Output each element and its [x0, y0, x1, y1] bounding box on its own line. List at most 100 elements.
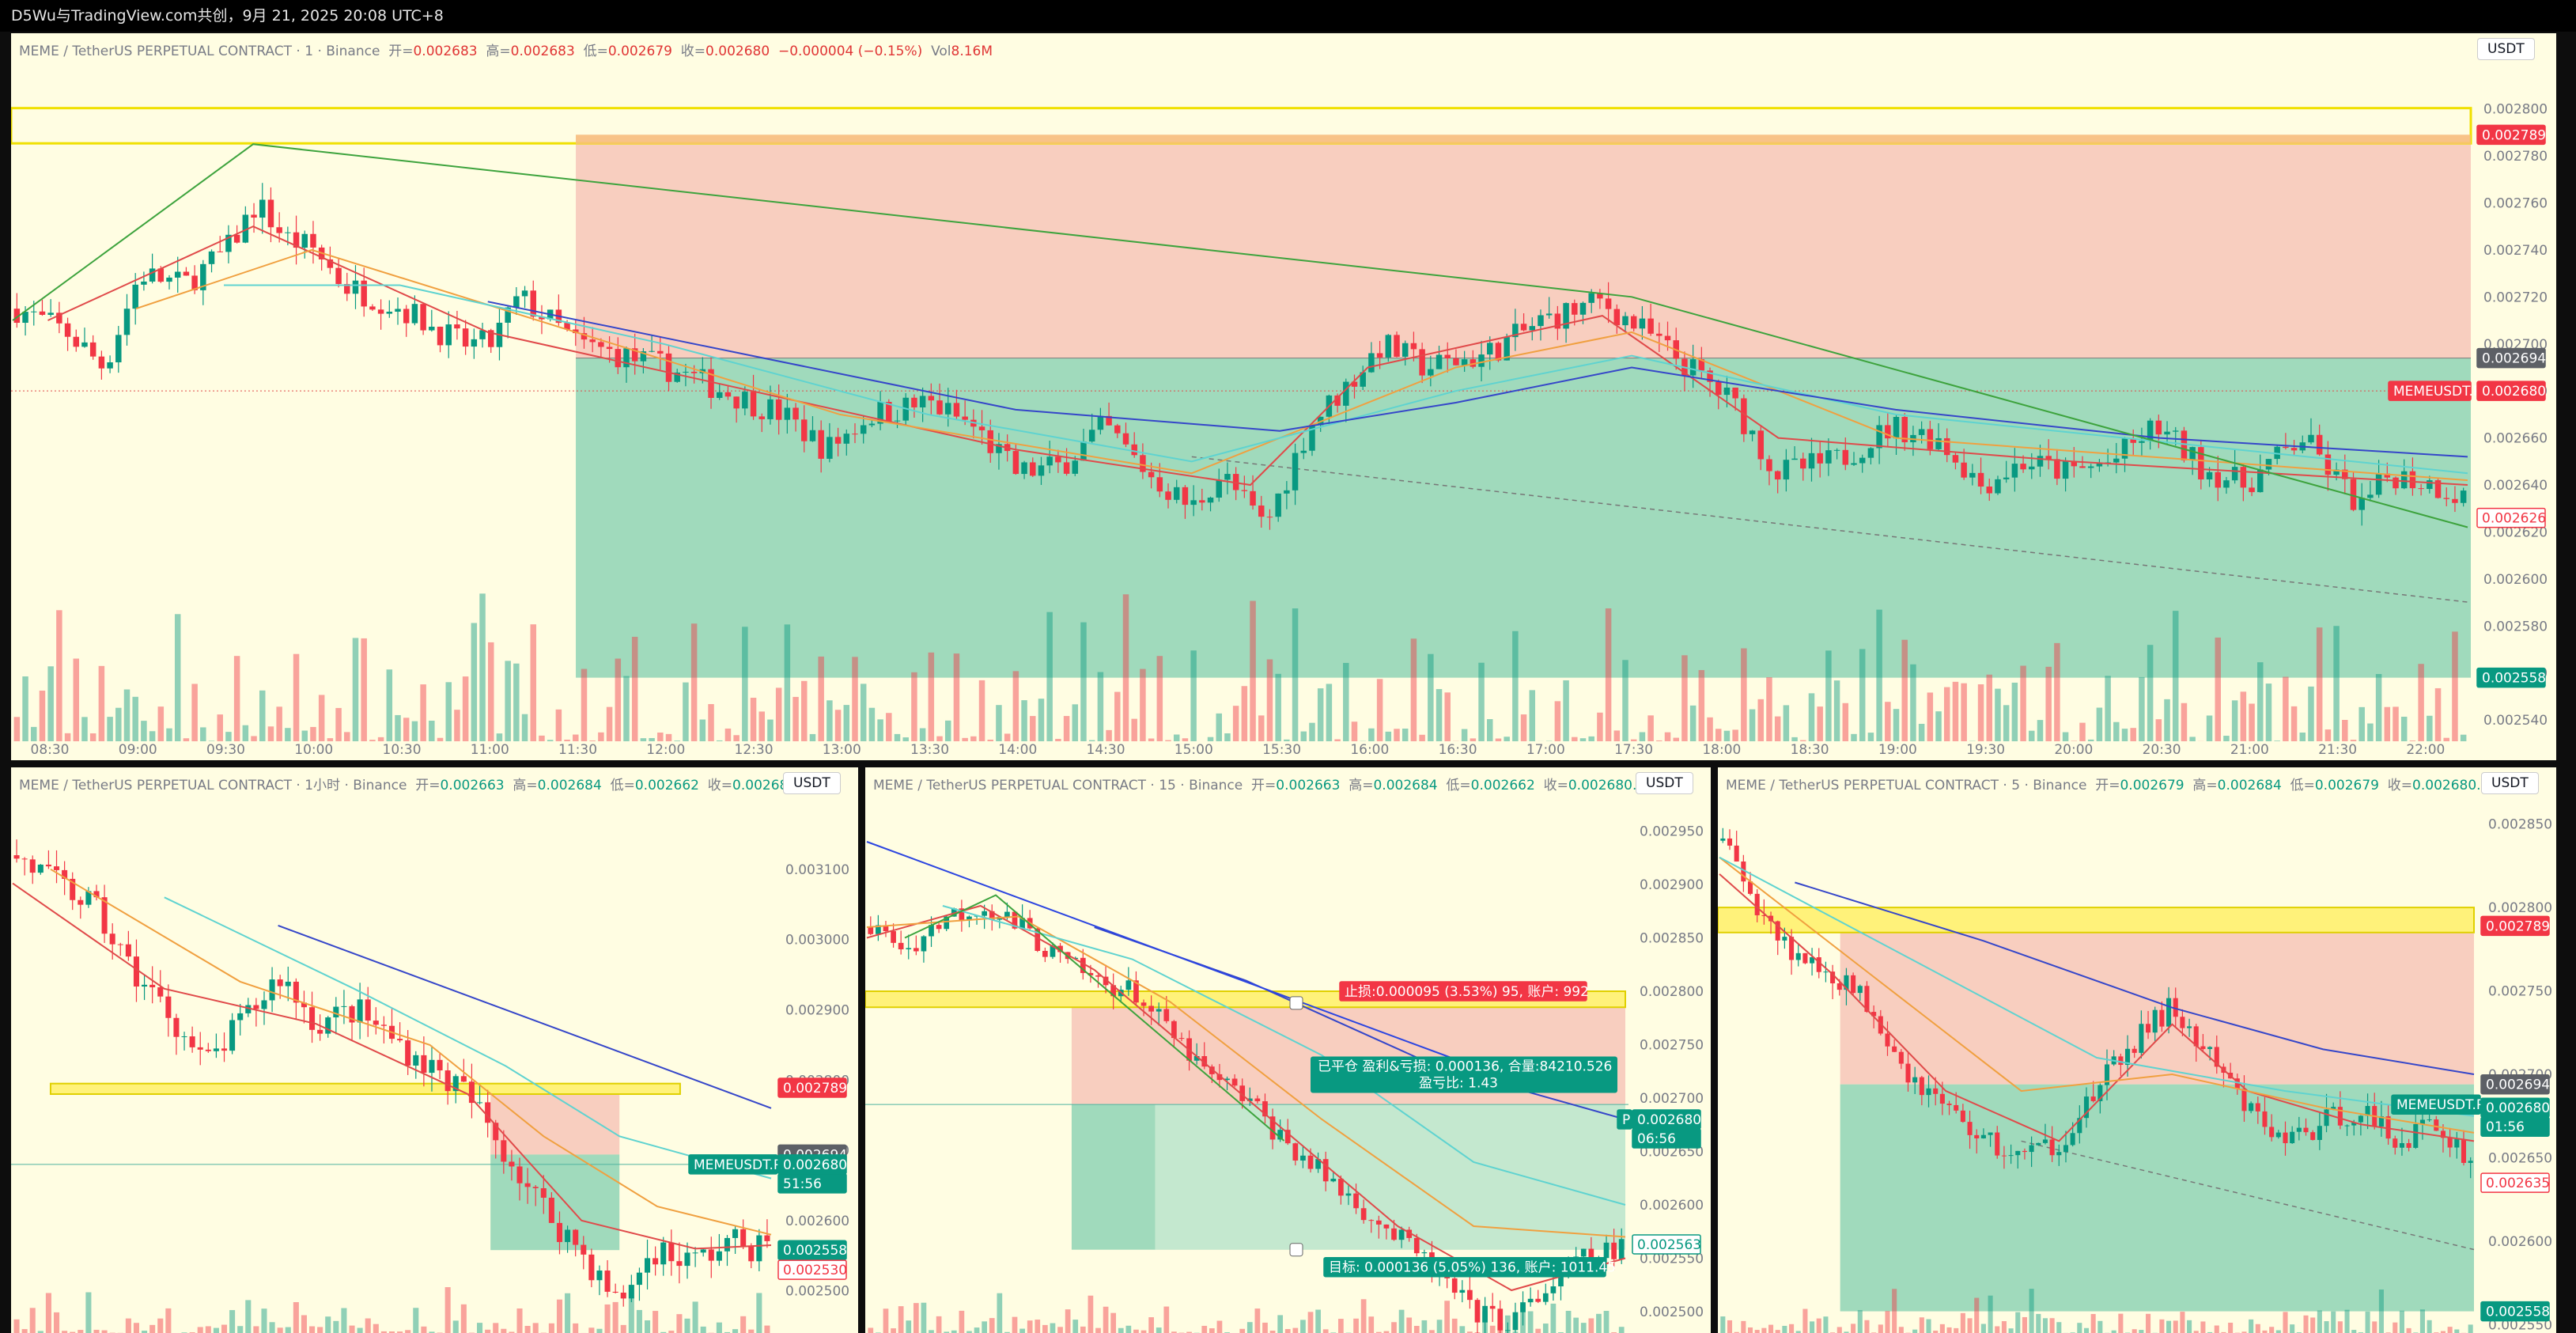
main-candle-body [683, 371, 689, 373]
main-candle-body [1156, 477, 1163, 492]
main-volume-bar [1444, 692, 1451, 741]
chart-5m-svg[interactable]: 0.0028500.0028000.0027500.0027000.002650… [1718, 767, 2556, 1333]
h1-candle-body [341, 1005, 347, 1007]
main-volume-bar [2393, 706, 2399, 741]
m5-volume-bar [1898, 1327, 1904, 1333]
m15-volume-bar [1095, 1327, 1101, 1333]
main-volume-bar [115, 707, 122, 741]
main-candle-body [107, 362, 113, 369]
chart-1m-svg[interactable]: 08:30 09:00 09:30 10:00 10:30 11:00 11:30 12:00… [11, 33, 2556, 760]
m15-candle-body [1421, 1252, 1428, 1254]
chart-pane-15m[interactable]: 0.002950 0.002900 0.002850 0.002800 0.002750… [865, 767, 1711, 1333]
h1-candle-body [668, 1242, 675, 1262]
h1-volume-bar [21, 1329, 28, 1333]
main-volume-bar [1114, 691, 1121, 741]
h1-volume-bar [301, 1315, 307, 1333]
main-volume-bar [1410, 638, 1417, 741]
main-candle-body [1977, 472, 1984, 487]
m5-volume-bar [2399, 1310, 2404, 1333]
m5-volume-bar [1768, 1324, 1774, 1333]
m15-candle-body [1383, 1224, 1390, 1229]
x-axis-tick: 18:30 [1791, 742, 1829, 758]
main-volume-bar [1689, 705, 1697, 741]
main-volume-bar [276, 706, 282, 741]
m15-candle-body [868, 927, 874, 934]
main-volume-bar [2342, 720, 2348, 741]
chart-1h-svg[interactable]: 0.0031000.0030000.0029000.0028000.002700… [11, 767, 858, 1333]
main-volume-bar [2037, 720, 2044, 741]
currency-button[interactable]: USDT [783, 772, 841, 794]
main-volume-bar [2215, 637, 2221, 741]
chart-15m-svg[interactable]: 0.002950 0.002900 0.002850 0.002800 0.002750… [865, 767, 1711, 1333]
main-volume-bar [149, 731, 156, 741]
m15-volume-bar [1398, 1309, 1405, 1333]
main-volume-bar [1774, 716, 1781, 741]
main-volume-bar [1368, 728, 1375, 741]
m15-volume-bar [1360, 1299, 1367, 1333]
main-volume-bar [1461, 729, 1468, 741]
m15-candle-body [1527, 1298, 1534, 1303]
symbol-badge: MEMEUSDT.P [2396, 1097, 2484, 1113]
main-volume-bar [708, 704, 714, 741]
main-volume-bar [1732, 729, 1738, 741]
m5-volume-bar [1741, 1320, 1746, 1333]
main-candle-body [1055, 456, 1061, 463]
main-volume-bar [818, 656, 824, 741]
currency-button[interactable]: USDT [2477, 38, 2535, 60]
main-volume-bar [1343, 662, 1349, 741]
currency-button[interactable]: USDT [1636, 772, 1693, 794]
main-candle-body [310, 233, 316, 248]
main-volume-bar [2316, 627, 2323, 741]
m5-candle-body [2146, 1024, 2151, 1033]
m5-volume-bar [2324, 1321, 2329, 1333]
main-volume-bar [2384, 706, 2391, 741]
main-volume-bar [1122, 594, 1129, 741]
h1-candle-body [756, 1235, 762, 1262]
symbol-badge: P [1622, 1112, 1630, 1128]
main-candle-body [665, 353, 672, 382]
main-candle-body [1385, 335, 1392, 358]
main-candle-body [1444, 354, 1451, 359]
main-candle-body [1859, 457, 1866, 464]
main-volume-bar [259, 690, 266, 741]
h1-candle-body [708, 1249, 714, 1261]
m5-volume-bar [2001, 1321, 2007, 1333]
m15-volume-bar [1353, 1318, 1359, 1333]
m5-volume-bar [1926, 1319, 1931, 1333]
main-volume-bar [141, 721, 147, 741]
main-volume-bar [564, 740, 570, 741]
h1-volume-bar [149, 1324, 156, 1333]
main-volume-bar [1182, 738, 1189, 741]
m5-volume-bar [2351, 1330, 2357, 1333]
legend-open-label: 开= [415, 778, 441, 793]
main-volume-bar [1986, 674, 1993, 741]
main-volume-bar [1470, 738, 1477, 741]
main-volume-bar [1791, 737, 1798, 741]
m15-candle-body [1413, 1237, 1420, 1254]
m15-volume-bar [1451, 1318, 1458, 1333]
target-annotation: 目标: 0.000136 (5.05%) 136, 账户: 1011.45 [1329, 1260, 1616, 1276]
h1-candle-body [53, 866, 60, 870]
chart-pane-1m[interactable]: 08:30 09:00 09:30 10:00 10:30 11:00 11:30 12:00… [11, 33, 2556, 760]
m5-volume-bar [1967, 1318, 1973, 1333]
h1-candle-body [540, 1187, 547, 1198]
chart-pane-5m[interactable]: 0.0028500.0028000.0027500.0027000.002650… [1718, 767, 2556, 1333]
chart-1h-legend: MEME / TetherUS PERPETUAL CONTRACT · 1小时… [19, 774, 809, 793]
main-candle-body [911, 397, 917, 407]
main-volume-bar [191, 684, 198, 741]
main-candle-body [81, 342, 88, 347]
main-volume-bar [1885, 702, 1891, 741]
currency-button[interactable]: USDT [2481, 772, 2539, 794]
main-volume-bar [530, 624, 537, 741]
chart-pane-1h[interactable]: 0.0031000.0030000.0029000.0028000.002700… [11, 767, 858, 1333]
h1-volume-bar [477, 1323, 483, 1333]
main-volume-bar [1385, 731, 1392, 741]
main-volume-bar [784, 624, 791, 741]
main-volume-bar [2011, 682, 2018, 741]
m15-volume-bar [1315, 1309, 1321, 1333]
main-volume-bar [631, 636, 638, 741]
main-volume-bar [1647, 715, 1654, 741]
main-volume-bar [183, 738, 190, 741]
legend-close-label: 收= [2387, 778, 2413, 793]
main-candle-body [1749, 430, 1756, 434]
